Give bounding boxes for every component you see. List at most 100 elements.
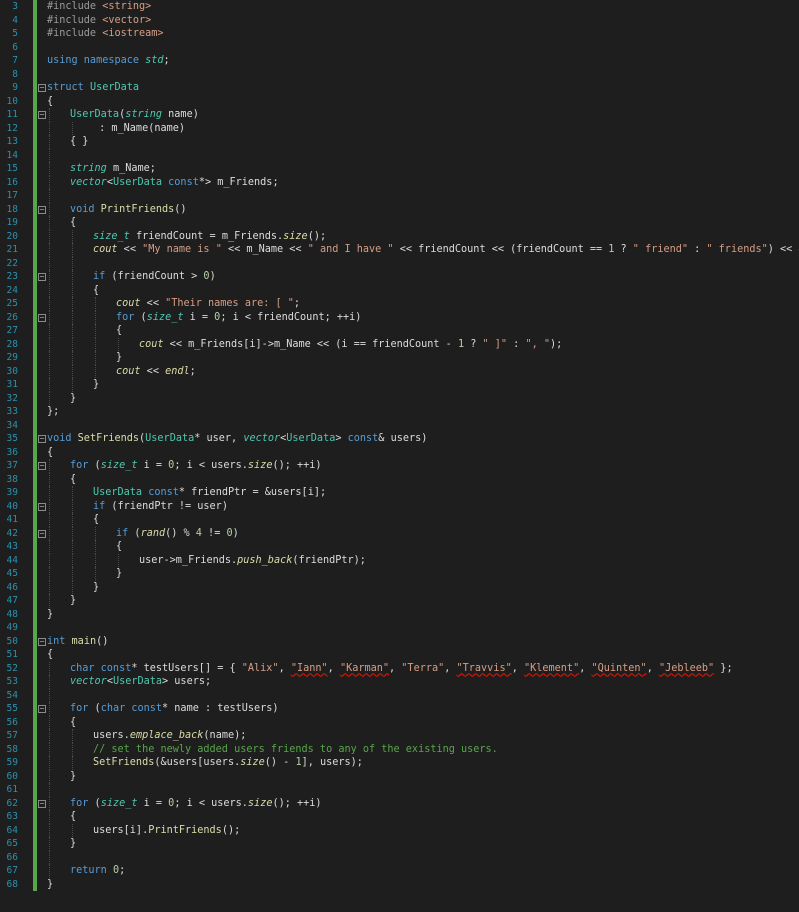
indent-guide bbox=[49, 796, 50, 810]
code-line[interactable]: 51 { bbox=[0, 648, 799, 662]
code-line[interactable]: 47} bbox=[0, 594, 799, 608]
code-text: } bbox=[116, 351, 122, 365]
code-line[interactable]: 34 bbox=[0, 418, 799, 432]
code-token: "Travvis" bbox=[456, 662, 512, 674]
code-text: { bbox=[70, 473, 76, 487]
code-line[interactable]: 45} bbox=[0, 567, 799, 581]
code-line[interactable]: 9 − struct UserData bbox=[0, 81, 799, 95]
code-line[interactable]: 39 UserData const* friendPtr = &users[i]; bbox=[0, 486, 799, 500]
code-line[interactable]: 41 { bbox=[0, 513, 799, 527]
code-line[interactable]: 30 cout << endl; bbox=[0, 364, 799, 378]
code-line[interactable]: 31} bbox=[0, 378, 799, 392]
code-line[interactable]: 15 string m_Name; bbox=[0, 162, 799, 176]
code-text: #include <iostream> bbox=[47, 27, 164, 41]
collapse-icon[interactable]: − bbox=[38, 462, 46, 470]
code-line[interactable]: 13 { } bbox=[0, 135, 799, 149]
code-line[interactable]: 57 users.emplace_back(name); bbox=[0, 729, 799, 743]
code-line[interactable]: 27 { bbox=[0, 324, 799, 338]
change-indicator-bar bbox=[33, 715, 37, 729]
code-line[interactable]: 54 bbox=[0, 688, 799, 702]
code-line[interactable]: 52 char const* testUsers[] = { "Alix", "I… bbox=[0, 661, 799, 675]
code-line[interactable]: 5 #include <iostream> bbox=[0, 27, 799, 41]
code-line[interactable]: 33}; bbox=[0, 405, 799, 419]
code-line[interactable]: 59 SetFriends(&users[users.size() - 1], u… bbox=[0, 756, 799, 770]
indent-guide bbox=[49, 567, 50, 581]
code-editor[interactable]: 3 #include <string> 4 #include <vector> 5 #in… bbox=[0, 0, 799, 912]
collapse-icon[interactable]: − bbox=[38, 111, 46, 119]
code-line[interactable]: 44 user->m_Friends.push_back(friendPtr); bbox=[0, 553, 799, 567]
code-line[interactable]: 4 #include <vector> bbox=[0, 13, 799, 27]
code-text: cout << "My name is " << m_Name << " and… bbox=[93, 243, 799, 257]
code-line[interactable]: 25 cout << "Their names are: [ "; bbox=[0, 297, 799, 311]
collapse-icon[interactable]: − bbox=[38, 205, 46, 214]
code-line[interactable]: 11 − UserData(string name) bbox=[0, 108, 799, 122]
code-line[interactable]: 55 − for (char const* name : testUsers) bbox=[0, 702, 799, 716]
collapse-icon[interactable]: − bbox=[38, 313, 46, 322]
code-line[interactable]: 21 cout << "My name is " << m_Name << " a… bbox=[0, 243, 799, 257]
code-line[interactable]: 29} bbox=[0, 351, 799, 365]
code-line[interactable]: 8 bbox=[0, 67, 799, 81]
code-text: } bbox=[47, 608, 53, 622]
collapse-icon[interactable]: − bbox=[38, 273, 46, 281]
code-line[interactable]: 6 bbox=[0, 40, 799, 54]
code-line[interactable]: 56 { bbox=[0, 715, 799, 729]
collapse-icon[interactable]: − bbox=[38, 435, 46, 443]
code-token: () % bbox=[165, 527, 196, 539]
collapse-icon[interactable]: − bbox=[38, 529, 46, 538]
code-line[interactable]: 12 : m_Name(name) bbox=[0, 121, 799, 135]
code-line[interactable]: 26 − for (size_t i = 0; i < friendCount; +… bbox=[0, 310, 799, 324]
code-line[interactable]: 65} bbox=[0, 837, 799, 851]
line-number: 27 bbox=[6, 325, 18, 336]
code-line[interactable]: 63 { bbox=[0, 810, 799, 824]
collapse-icon[interactable]: − bbox=[38, 84, 46, 92]
code-line[interactable]: 66 bbox=[0, 850, 799, 864]
change-indicator-bar bbox=[33, 175, 37, 189]
code-line[interactable]: 7 using namespace std; bbox=[0, 54, 799, 68]
code-line[interactable]: 42 − if (rand() % 4 != 0) bbox=[0, 526, 799, 540]
collapse-icon[interactable]: − bbox=[38, 705, 46, 713]
code-line[interactable]: 28 cout << m_Friends[i]->m_Name << (i == … bbox=[0, 337, 799, 351]
code-line[interactable]: 16 vector<UserData const*> m_Friends; bbox=[0, 175, 799, 189]
code-line[interactable]: 64 users[i].PrintFriends(); bbox=[0, 823, 799, 837]
code-line[interactable]: 48} bbox=[0, 607, 799, 622]
code-line[interactable]: 49 bbox=[0, 621, 799, 635]
code-line[interactable]: 38 { bbox=[0, 472, 799, 487]
code-token: ], users); bbox=[301, 757, 363, 768]
code-line[interactable]: 37− for (size_t i = 0; i < users.size(); … bbox=[0, 459, 799, 473]
collapse-icon[interactable]: − bbox=[38, 799, 46, 808]
code-line[interactable]: 43 { bbox=[0, 540, 799, 554]
code-line[interactable]: 10 { bbox=[0, 94, 799, 108]
code-line[interactable]: 14 bbox=[0, 148, 799, 162]
code-line[interactable]: 40 − if (friendPtr != user) bbox=[0, 499, 799, 513]
code-line[interactable]: 50 − int main() bbox=[0, 634, 799, 648]
collapse-icon[interactable]: − bbox=[38, 502, 46, 511]
line-number: 45 bbox=[6, 568, 18, 579]
code-line[interactable]: 35 − void SetFriends(UserData* user, vecto… bbox=[0, 432, 799, 446]
code-line[interactable]: 3 #include <string> bbox=[0, 0, 799, 14]
code-line[interactable]: 68} bbox=[0, 877, 799, 891]
code-line[interactable]: 18 − void PrintFriends() bbox=[0, 202, 799, 216]
code-token: <iostream> bbox=[102, 28, 164, 39]
code-line[interactable]: 23 − if (friendCount > 0) bbox=[0, 270, 799, 284]
indent-guide bbox=[72, 742, 73, 756]
code-line[interactable]: 53 vector<UserData> users; bbox=[0, 675, 799, 689]
code-line[interactable]: 24 { bbox=[0, 283, 799, 297]
indent-guide bbox=[49, 256, 50, 270]
code-line[interactable]: 20 size_t friendCount = m_Friends.size(); bbox=[0, 229, 799, 243]
code-line[interactable]: 36 { bbox=[0, 445, 799, 459]
code-line[interactable]: 32} bbox=[0, 391, 799, 405]
indent-guide bbox=[118, 553, 119, 567]
code-line[interactable]: 67 return 0; bbox=[0, 864, 799, 878]
code-line[interactable]: 58 // set the newly added users friends t… bbox=[0, 742, 799, 756]
collapse-icon[interactable]: − bbox=[38, 637, 46, 646]
code-token: << m_Friends[i]->m_Name << (i == friendC… bbox=[163, 338, 458, 350]
code-line[interactable]: 22 bbox=[0, 256, 799, 270]
code-text: for (size_t i = 0; i < users.size(); ++i… bbox=[70, 797, 322, 811]
code-line[interactable]: 61 bbox=[0, 783, 799, 797]
code-line[interactable]: 46} bbox=[0, 580, 799, 594]
code-line[interactable]: 62− for (size_t i = 0; i < users.size(); … bbox=[0, 796, 799, 811]
indent-guide bbox=[49, 810, 50, 824]
code-line[interactable]: 17 bbox=[0, 189, 799, 203]
code-line[interactable]: 19 { bbox=[0, 216, 799, 230]
code-line[interactable]: 60} bbox=[0, 769, 799, 783]
